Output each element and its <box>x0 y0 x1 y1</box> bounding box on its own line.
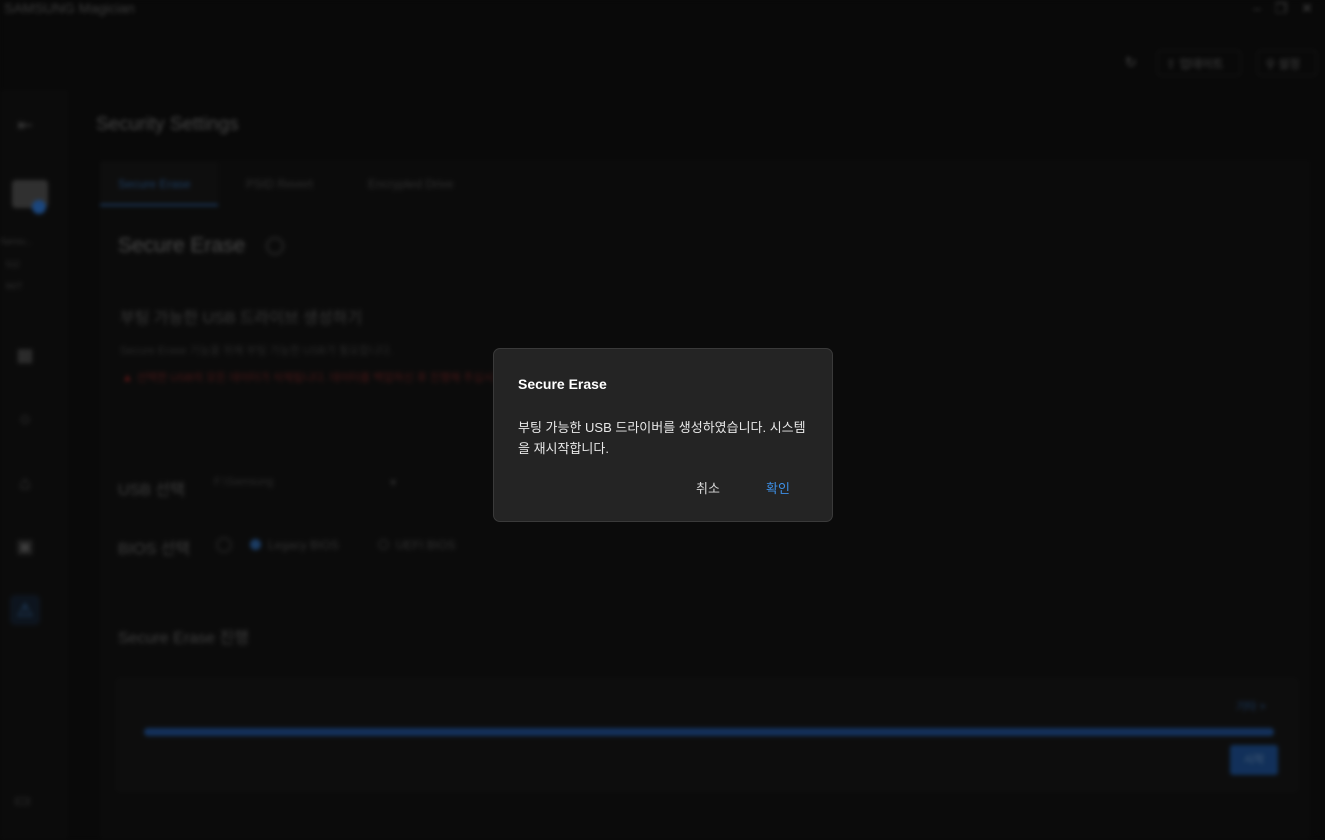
cancel-button[interactable]: 취소 <box>686 475 730 503</box>
dialog-title: Secure Erase <box>518 376 607 392</box>
confirm-dialog: Secure Erase 부팅 가능한 USB 드라이버를 생성하였습니다. 시… <box>493 348 833 522</box>
confirm-button[interactable]: 확인 <box>756 475 800 503</box>
dialog-message: 부팅 가능한 USB 드라이버를 생성하였습니다. 시스템을 재시작합니다. <box>518 420 806 456</box>
